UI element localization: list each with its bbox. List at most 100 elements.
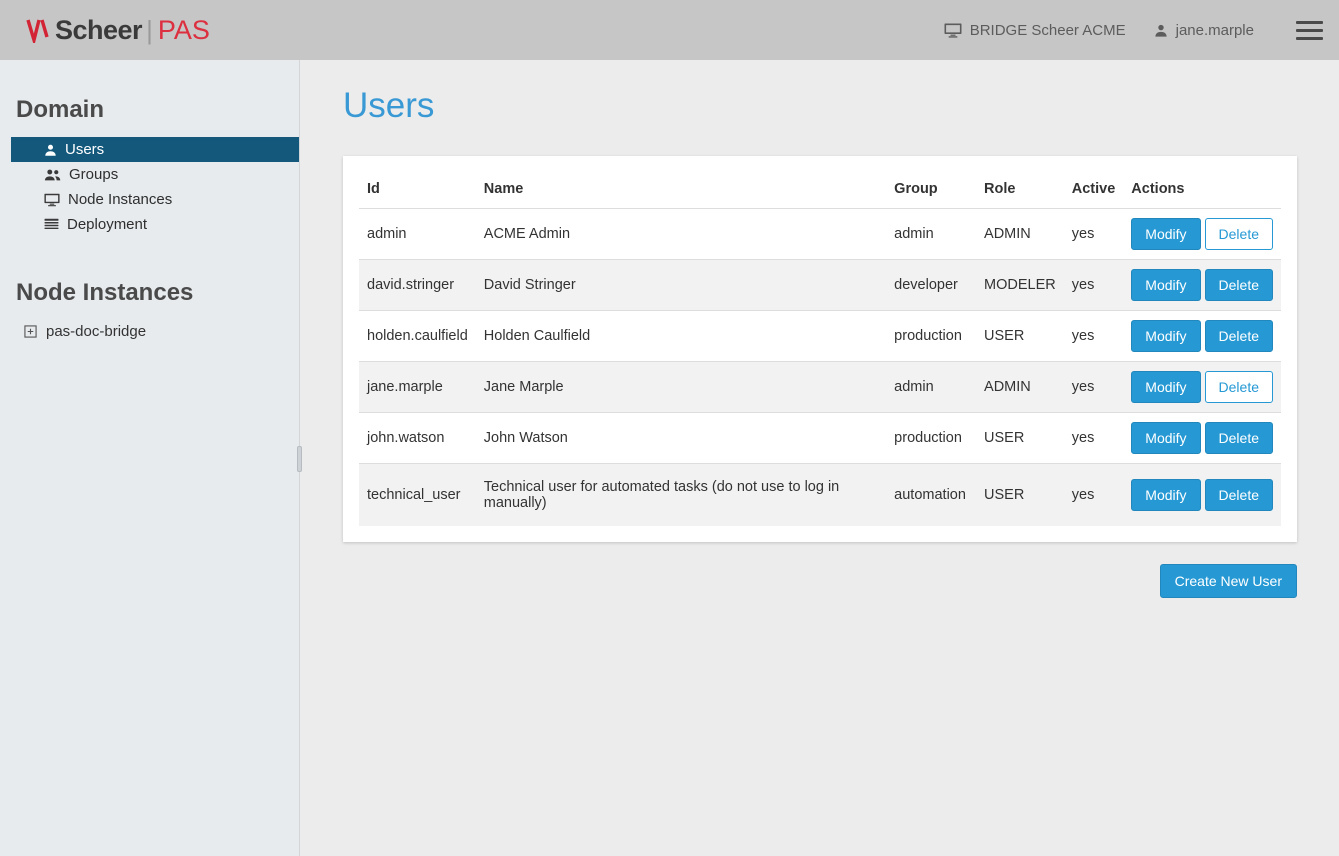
table-row: holden.caulfieldHolden Caulfieldproducti…: [359, 311, 1281, 362]
modify-button[interactable]: Modify: [1131, 479, 1200, 511]
cell-group: admin: [886, 209, 976, 260]
table-row: john.watsonJohn WatsonproductionUSERyesM…: [359, 413, 1281, 464]
delete-button[interactable]: Delete: [1205, 320, 1273, 352]
sidebar-item-label: Groups: [69, 166, 118, 183]
cell-actions: ModifyDelete: [1123, 362, 1281, 413]
cell-id: technical_user: [359, 464, 476, 527]
table-row: adminACME AdminadminADMINyesModifyDelete: [359, 209, 1281, 260]
brand-pas-text: PAS: [158, 15, 210, 46]
cell-group: production: [886, 311, 976, 362]
column-header: Actions: [1123, 172, 1281, 209]
cell-id: holden.caulfield: [359, 311, 476, 362]
scheer-logo-icon: [26, 17, 50, 43]
current-user-indicator[interactable]: jane.marple: [1154, 22, 1254, 39]
sidebar-resize-handle[interactable]: [297, 446, 302, 472]
cell-group: developer: [886, 260, 976, 311]
delete-button[interactable]: Delete: [1205, 371, 1273, 403]
top-bar-right: BRIDGE Scheer ACME jane.marple: [944, 12, 1325, 49]
create-new-user-button[interactable]: Create New User: [1160, 564, 1297, 598]
cell-role: USER: [976, 464, 1064, 527]
cell-actions: ModifyDelete: [1123, 260, 1281, 311]
list-lines-icon: [44, 218, 59, 231]
cell-id: john.watson: [359, 413, 476, 464]
menu-toggle-button[interactable]: [1294, 12, 1325, 49]
page-layout: Domain Users Groups: [0, 60, 1339, 856]
sidebar-item-node-instances[interactable]: Node Instances: [11, 187, 299, 212]
sidebar-item-label: Deployment: [67, 216, 147, 233]
bridge-node-indicator[interactable]: BRIDGE Scheer ACME: [944, 22, 1126, 39]
table-row: jane.marpleJane MarpleadminADMINyesModif…: [359, 362, 1281, 413]
cell-active: yes: [1064, 260, 1124, 311]
brand-divider: |: [146, 15, 153, 46]
cell-actions: ModifyDelete: [1123, 209, 1281, 260]
modify-button[interactable]: Modify: [1131, 269, 1200, 301]
brand-scheer-text: Scheer: [55, 15, 142, 46]
monitor-icon: [44, 193, 60, 207]
cell-name: Jane Marple: [476, 362, 886, 413]
cell-actions: ModifyDelete: [1123, 464, 1281, 527]
users-group-icon: [44, 168, 61, 182]
cell-id: jane.marple: [359, 362, 476, 413]
node-instance-label: pas-doc-bridge: [46, 323, 146, 340]
sidebar-item-deployment[interactable]: Deployment: [11, 212, 299, 237]
sidebar-item-label: Users: [65, 141, 104, 158]
cell-role: USER: [976, 311, 1064, 362]
modify-button[interactable]: Modify: [1131, 218, 1200, 250]
users-table-card: IdNameGroupRoleActiveActions adminACME A…: [343, 156, 1297, 542]
modify-button[interactable]: Modify: [1131, 320, 1200, 352]
table-row: technical_userTechnical user for automat…: [359, 464, 1281, 527]
cell-role: USER: [976, 413, 1064, 464]
node-instances-heading: Node Instances: [16, 279, 299, 307]
sidebar: Domain Users Groups: [0, 60, 300, 856]
monitor-icon: [944, 23, 962, 38]
table-header-row: IdNameGroupRoleActiveActions: [359, 172, 1281, 209]
main-content: Users IdNameGroupRoleActiveActions admin…: [300, 60, 1339, 856]
domain-nav: Users Groups Node Instances: [0, 137, 299, 237]
cell-active: yes: [1064, 464, 1124, 527]
sidebar-item-label: Node Instances: [68, 191, 172, 208]
plus-square-icon: [24, 325, 37, 338]
delete-button[interactable]: Delete: [1205, 479, 1273, 511]
cell-role: ADMIN: [976, 362, 1064, 413]
cell-group: production: [886, 413, 976, 464]
top-bar: Scheer | PAS BRIDGE Scheer ACME jane.mar…: [0, 0, 1339, 60]
column-header: Name: [476, 172, 886, 209]
users-table-body: adminACME AdminadminADMINyesModifyDelete…: [359, 209, 1281, 527]
brand-logo: Scheer | PAS: [26, 15, 210, 46]
column-header: Active: [1064, 172, 1124, 209]
cell-role: MODELER: [976, 260, 1064, 311]
sidebar-item-users[interactable]: Users: [11, 137, 299, 162]
cell-role: ADMIN: [976, 209, 1064, 260]
cell-active: yes: [1064, 362, 1124, 413]
cell-name: Holden Caulfield: [476, 311, 886, 362]
cell-active: yes: [1064, 209, 1124, 260]
cell-actions: ModifyDelete: [1123, 311, 1281, 362]
user-icon: [44, 143, 57, 157]
delete-button[interactable]: Delete: [1205, 422, 1273, 454]
cell-name: John Watson: [476, 413, 886, 464]
node-instance-item[interactable]: pas-doc-bridge: [24, 323, 299, 340]
modify-button[interactable]: Modify: [1131, 422, 1200, 454]
cell-name: Technical user for automated tasks (do n…: [476, 464, 886, 527]
page-title: Users: [343, 86, 1297, 126]
delete-button[interactable]: Delete: [1205, 218, 1273, 250]
cell-name: David Stringer: [476, 260, 886, 311]
bridge-node-label: BRIDGE Scheer ACME: [970, 22, 1126, 39]
cell-actions: ModifyDelete: [1123, 413, 1281, 464]
table-row: david.stringerDavid StringerdeveloperMOD…: [359, 260, 1281, 311]
modify-button[interactable]: Modify: [1131, 371, 1200, 403]
cell-group: admin: [886, 362, 976, 413]
cell-id: admin: [359, 209, 476, 260]
current-user-label: jane.marple: [1176, 22, 1254, 39]
column-header: Role: [976, 172, 1064, 209]
user-icon: [1154, 23, 1168, 38]
domain-heading: Domain: [16, 96, 299, 124]
cell-active: yes: [1064, 413, 1124, 464]
column-header: Group: [886, 172, 976, 209]
footer-actions: Create New User: [343, 564, 1297, 598]
cell-active: yes: [1064, 311, 1124, 362]
sidebar-item-groups[interactable]: Groups: [11, 162, 299, 187]
delete-button[interactable]: Delete: [1205, 269, 1273, 301]
column-header: Id: [359, 172, 476, 209]
users-table: IdNameGroupRoleActiveActions adminACME A…: [359, 172, 1281, 526]
